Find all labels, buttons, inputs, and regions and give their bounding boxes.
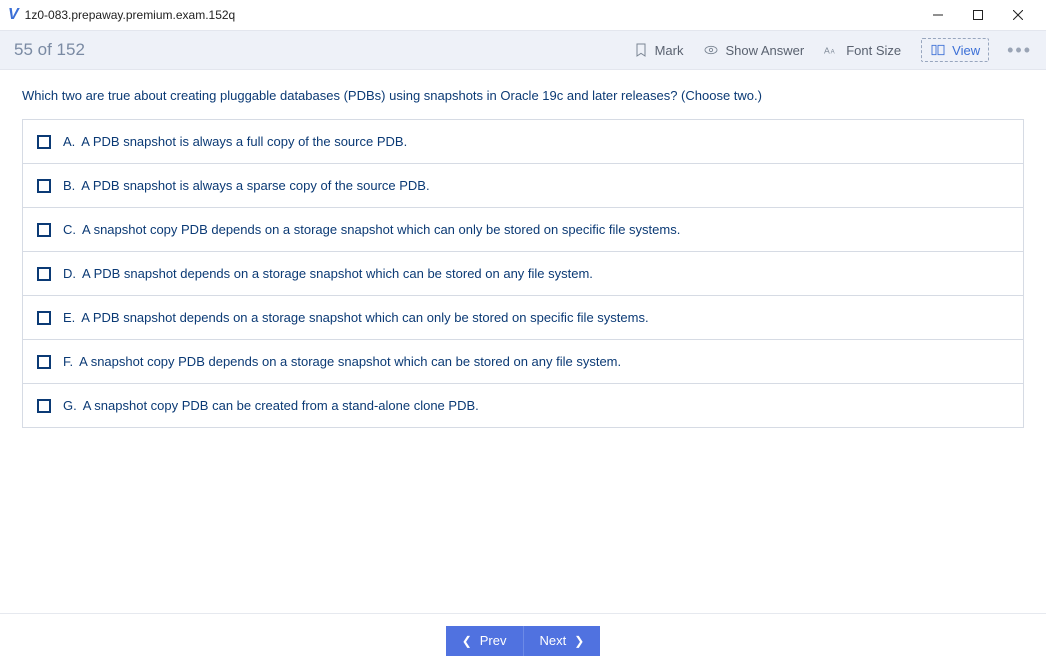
more-options-button[interactable]: ••• <box>1007 40 1032 61</box>
bookmark-icon <box>633 42 649 58</box>
option-text: A snapshot copy PDB depends on a storage… <box>82 222 680 237</box>
nav-buttons: ❮ Prev Next ❯ <box>446 626 601 656</box>
option-text: A snapshot copy PDB depends on a storage… <box>79 354 621 369</box>
option-text: A PDB snapshot is always a full copy of … <box>81 134 407 149</box>
window-titlebar: V 1z0-083.prepaway.premium.exam.152q <box>0 0 1046 30</box>
prev-label: Prev <box>480 633 507 648</box>
option-f[interactable]: F. A snapshot copy PDB depends on a stor… <box>23 339 1023 383</box>
window-controls <box>918 1 1038 29</box>
option-e[interactable]: E. A PDB snapshot depends on a storage s… <box>23 295 1023 339</box>
font-size-icon: AA <box>824 42 840 58</box>
option-letter: E. <box>63 310 75 325</box>
maximize-button[interactable] <box>958 1 998 29</box>
font-size-label: Font Size <box>846 43 901 58</box>
next-button[interactable]: Next ❯ <box>524 626 601 656</box>
font-size-button[interactable]: AA Font Size <box>824 42 901 58</box>
checkbox-icon[interactable] <box>37 223 51 237</box>
option-letter: F. <box>63 354 73 369</box>
app-logo-icon: V <box>8 6 19 24</box>
svg-text:A: A <box>824 45 830 55</box>
window-title: 1z0-083.prepaway.premium.exam.152q <box>25 8 918 22</box>
option-letter: D. <box>63 266 76 281</box>
mark-label: Mark <box>655 43 684 58</box>
option-letter: G. <box>63 398 77 413</box>
show-answer-label: Show Answer <box>725 43 804 58</box>
option-g[interactable]: G. A snapshot copy PDB can be created fr… <box>23 383 1023 427</box>
option-text: A PDB snapshot depends on a storage snap… <box>81 310 648 325</box>
option-letter: B. <box>63 178 75 193</box>
show-answer-button[interactable]: Show Answer <box>703 42 804 58</box>
view-label: View <box>952 43 980 58</box>
option-text: A PDB snapshot depends on a storage snap… <box>82 266 593 281</box>
checkbox-icon[interactable] <box>37 311 51 325</box>
view-button[interactable]: View <box>921 38 989 62</box>
question-text: Which two are true about creating plugga… <box>22 88 1024 103</box>
footer-nav: ❮ Prev Next ❯ <box>0 613 1046 667</box>
option-letter: A. <box>63 134 75 149</box>
checkbox-icon[interactable] <box>37 135 51 149</box>
option-b[interactable]: B. A PDB snapshot is always a sparse cop… <box>23 163 1023 207</box>
checkbox-icon[interactable] <box>37 399 51 413</box>
content-area: Which two are true about creating plugga… <box>0 70 1046 428</box>
eye-icon <box>703 42 719 58</box>
next-label: Next <box>540 633 567 648</box>
toolbar: 55 of 152 Mark Show Answer AA Font Size … <box>0 30 1046 70</box>
option-text: A snapshot copy PDB can be created from … <box>83 398 479 413</box>
option-a[interactable]: A. A PDB snapshot is always a full copy … <box>23 120 1023 163</box>
option-letter: C. <box>63 222 76 237</box>
view-icon <box>930 42 946 58</box>
checkbox-icon[interactable] <box>37 267 51 281</box>
chevron-right-icon: ❯ <box>574 634 584 648</box>
option-d[interactable]: D. A PDB snapshot depends on a storage s… <box>23 251 1023 295</box>
question-counter: 55 of 152 <box>14 40 613 60</box>
minimize-button[interactable] <box>918 1 958 29</box>
option-c[interactable]: C. A snapshot copy PDB depends on a stor… <box>23 207 1023 251</box>
checkbox-icon[interactable] <box>37 179 51 193</box>
prev-button[interactable]: ❮ Prev <box>446 626 524 656</box>
checkbox-icon[interactable] <box>37 355 51 369</box>
option-text: A PDB snapshot is always a sparse copy o… <box>81 178 429 193</box>
options-list: A. A PDB snapshot is always a full copy … <box>22 119 1024 428</box>
mark-button[interactable]: Mark <box>633 42 684 58</box>
svg-text:A: A <box>831 49 835 55</box>
close-button[interactable] <box>998 1 1038 29</box>
chevron-left-icon: ❮ <box>462 634 472 648</box>
